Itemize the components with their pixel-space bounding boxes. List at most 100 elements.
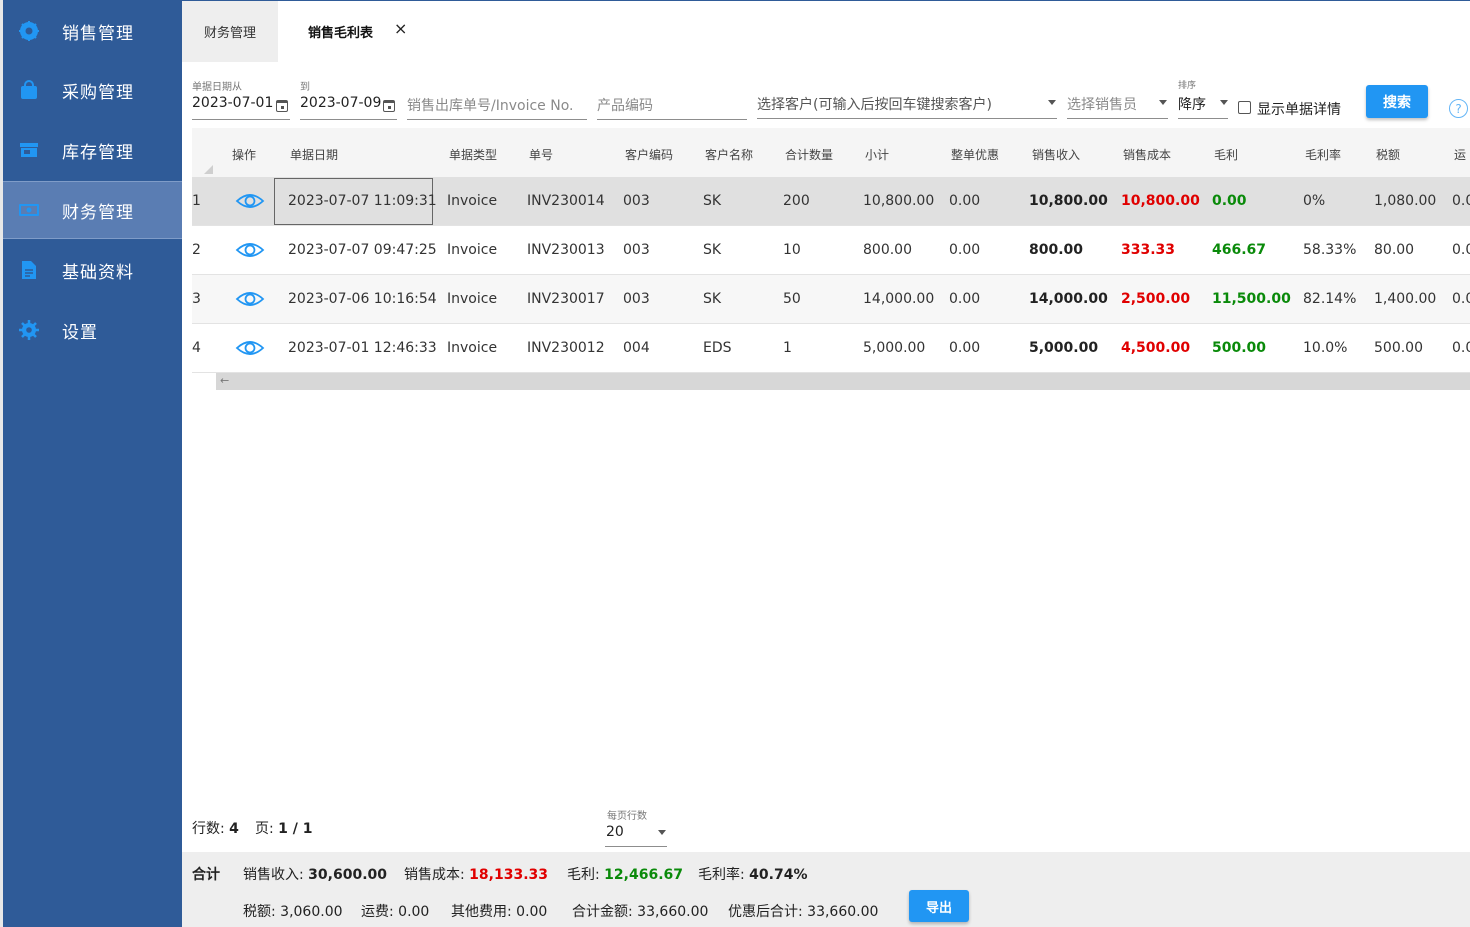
rows-per-page-value[interactable]: 20 [606,824,624,840]
row-index: 2 [192,242,201,258]
column-header[interactable]: 单据类型 [449,146,497,163]
column-header[interactable]: 毛利率 [1305,146,1341,163]
export-button[interactable]: 导出 [909,890,969,922]
summary-freight-label: 运费: [361,904,394,920]
sidebar-item-basic-data[interactable]: 基础资料 [3,241,182,299]
date-to-caption: 到 [300,82,310,93]
close-icon[interactable]: × [394,19,407,38]
column-header[interactable]: 毛利 [1214,146,1238,163]
filter-bar: 单据日期从 2023-07-01 到 2023-07-09 销售出库单号/Inv… [182,62,1470,128]
eye-icon[interactable] [235,191,265,211]
cell-cost: 10,800.00 [1121,193,1200,209]
horizontal-scrollbar[interactable]: ← [216,373,1470,390]
summary-revenue-value: 30,600.00 [308,867,387,883]
table-header: 操作 单据日期 单据类型 单号 客户编码 客户名称 合计数量 小计 整单优惠 销… [192,128,1470,177]
table-row[interactable]: 3 2023-07-06 10:16:54 Invoice INV230017 … [192,275,1470,324]
table-row[interactable]: 2 2023-07-07 09:47:25 Invoice INV230013 … [192,226,1470,275]
summary-cost: 销售成本: 18,133.33 [404,864,548,884]
field-underline [300,119,397,120]
product-placeholder: 产品编码 [597,98,653,114]
column-header[interactable]: 客户名称 [705,146,753,163]
tab-sales-gross-profit[interactable]: 销售毛利表 × [278,1,428,62]
sort-caption: 排序 [1178,81,1197,91]
eye-icon[interactable] [235,338,265,358]
document-icon [18,259,40,281]
sidebar-item-purchase[interactable]: 采购管理 [3,61,182,119]
customer-placeholder: 选择客户(可输入后按回车键搜索客户) [757,97,992,113]
cell-type: Invoice [447,242,498,258]
arrow-left-icon[interactable]: ← [220,374,229,387]
show-details-checkbox[interactable] [1238,101,1251,114]
salesperson-placeholder: 选择销售员 [1067,97,1137,113]
pagination-bar: 行数: 4 页: 1 / 1 每页行数 20 [192,800,1470,852]
cell-cost: 333.33 [1121,242,1176,258]
cell-profit: 11,500.00 [1212,291,1291,307]
sidebar-item-inventory[interactable]: 库存管理 [3,121,182,179]
column-header[interactable]: 整单优惠 [951,146,999,163]
cell-customer-name: SK [703,242,722,258]
column-header[interactable]: 单据日期 [290,146,338,163]
table-row[interactable]: 1 2023-07-07 11:09:31 Invoice INV230014 … [192,177,1470,226]
cell-quantity: 10 [783,242,801,258]
settings-icon [18,319,40,341]
chevron-down-icon [1220,100,1228,105]
column-header[interactable]: 合计数量 [785,146,833,163]
field-underline [597,119,747,120]
cell-tax: 80.00 [1374,242,1415,258]
summary-freight-value: 0.00 [398,904,430,920]
search-button[interactable]: 搜索 [1366,85,1428,118]
summary-profit: 毛利: 12,466.67 [567,864,683,884]
cell-quantity: 1 [783,340,792,356]
column-header[interactable]: 客户编码 [625,146,673,163]
column-header[interactable]: 销售收入 [1032,146,1080,163]
eye-icon[interactable] [235,240,265,260]
row-index: 1 [192,193,201,209]
sort-value: 降序 [1178,97,1206,113]
cell-number: INV230013 [527,242,605,258]
column-header[interactable]: 销售成本 [1123,146,1171,163]
row-count-label: 行数: [192,821,225,837]
chevron-down-icon[interactable] [658,830,666,835]
page-label: 页: [255,821,274,837]
summary-profit-value: 12,466.67 [604,867,683,883]
rows-per-page-caption: 每页行数 [607,811,647,822]
page-info: 页: 1 / 1 [255,818,313,838]
cell-freight: 0.0 [1452,291,1470,307]
cell-discount: 0.00 [949,291,981,307]
shopping-bag-icon [18,79,40,101]
column-header[interactable]: 小计 [865,146,889,163]
column-header[interactable]: 操作 [232,146,256,163]
tab-finance[interactable]: 财务管理 [182,1,278,62]
cell-number: INV230012 [527,340,605,356]
cell-freight: 0.0 [1452,340,1470,356]
row-index: 4 [192,340,201,356]
cell-revenue: 5,000.00 [1029,340,1099,356]
cell-subtotal: 14,000.00 [863,291,935,307]
field-underline [1178,118,1228,119]
show-details-label[interactable]: 显示单据详情 [1257,99,1341,119]
data-grid: 操作 单据日期 单据类型 单号 客户编码 客户名称 合计数量 小计 整单优惠 销… [192,128,1470,390]
calendar-icon[interactable] [276,100,288,112]
help-icon[interactable]: ? [1449,99,1468,118]
sidebar-item-finance[interactable]: 财务管理 [3,181,182,239]
cell-margin: 10.0% [1303,340,1348,356]
cell-revenue: 800.00 [1029,242,1084,258]
tab-label: 财务管理 [203,26,256,41]
cell-tax: 1,080.00 [1374,193,1437,209]
column-header[interactable]: 运 [1454,146,1466,163]
table-row[interactable]: 4 2023-07-01 12:46:33 Invoice INV230012 … [192,324,1470,373]
chevron-down-icon [1159,100,1167,105]
cell-discount: 0.00 [949,340,981,356]
sidebar-item-settings[interactable]: 设置 [3,301,182,359]
field-underline [605,846,667,847]
eye-icon[interactable] [235,289,265,309]
cell-date: 2023-07-07 11:09:31 [288,193,437,209]
sidebar-item-label: 销售管理 [62,23,134,44]
column-header[interactable]: 单号 [529,146,553,163]
sidebar-item-sales[interactable]: 销售管理 [3,2,182,60]
calendar-icon[interactable] [383,100,395,112]
sidebar-item-label: 基础资料 [62,262,134,283]
column-header[interactable]: 税额 [1376,146,1400,163]
tab-bar-fill [428,1,1470,62]
field-underline [407,119,587,120]
